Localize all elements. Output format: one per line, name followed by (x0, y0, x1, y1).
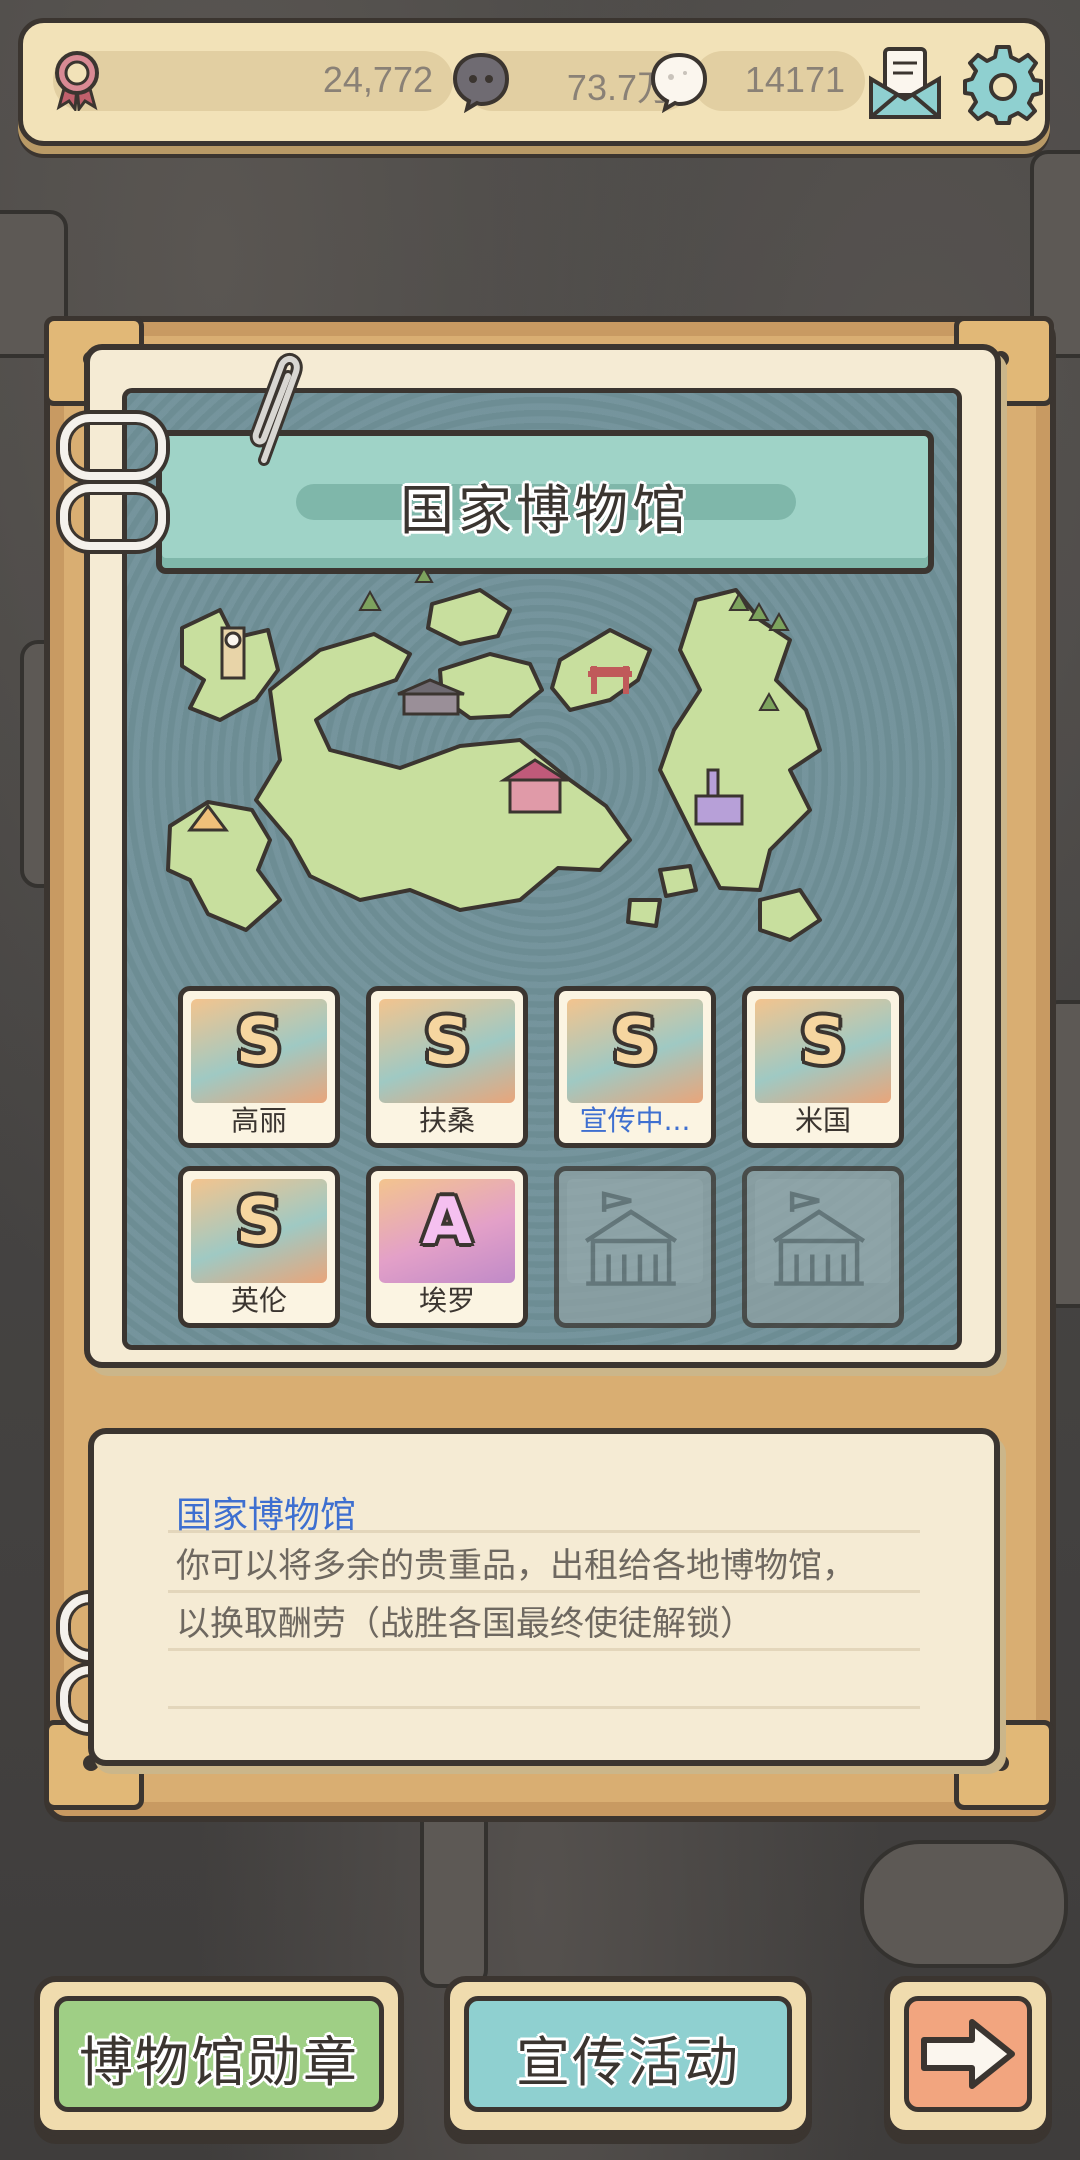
museum-tile-locked[interactable] (554, 1166, 716, 1328)
medal-counter: 24,772 (53, 51, 453, 111)
medal-icon (55, 51, 99, 111)
resource-bar: 24,772 73.7万 14171 (18, 18, 1050, 146)
museum-name: 高丽 (230, 1104, 287, 1137)
white-bubble-icon (650, 52, 708, 113)
page-title: 国家博物馆 (400, 479, 690, 542)
description-line-2: 以换取酬劳（战胜各国最终使徒解锁） (176, 1604, 754, 1644)
museum-medal-label: 博物馆勋章 (79, 2031, 359, 2094)
museum-name: 埃罗 (418, 1284, 475, 1317)
grade-badge: S (799, 1005, 847, 1079)
grade-badge: S (423, 1005, 471, 1079)
binder-ring (60, 484, 166, 550)
grade-badge: A (422, 1185, 472, 1259)
next-button[interactable] (884, 1976, 1052, 2136)
museum-medal-button[interactable]: 博物馆勋章 (34, 1976, 404, 2136)
arrow-right-icon (921, 2019, 1015, 2089)
grade-badge: S (611, 1005, 659, 1079)
paperclip-icon (249, 353, 303, 466)
mail-icon[interactable] (863, 41, 947, 125)
museum-tile[interactable]: S 宣传中... (554, 986, 716, 1148)
gem-counter: 14171 (693, 51, 865, 111)
grade-badge: S (235, 1005, 283, 1079)
museum-tile-locked[interactable] (742, 1166, 904, 1328)
museum-name: 扶桑 (418, 1104, 475, 1137)
gem-count: 14171 (744, 59, 845, 100)
museum-name: 米国 (794, 1104, 851, 1137)
museum-tile[interactable]: S 高丽 (178, 986, 340, 1148)
description-title: 国家博物馆 (176, 1495, 357, 1536)
museum-tile[interactable]: A 埃罗 (366, 1166, 528, 1328)
promotion-button[interactable]: 宣传活动 (444, 1976, 812, 2136)
building-outline-icon (772, 1191, 866, 1286)
description-panel: 国家博物馆 你可以将多余的贵重品，出租给各地博物馆， 以换取酬劳（战胜各国最终使… (88, 1428, 1000, 1766)
medal-count: 24,772 (322, 59, 433, 100)
museum-tile[interactable]: S 英伦 (178, 1166, 340, 1328)
grade-badge: S (235, 1185, 283, 1259)
museum-tile[interactable]: S 扶桑 (366, 986, 528, 1148)
gear-icon[interactable] (961, 41, 1045, 125)
world-map (166, 570, 822, 942)
museum-tile[interactable]: S 米国 (742, 986, 904, 1148)
promotion-label: 宣传活动 (516, 2031, 740, 2094)
description-line-1: 你可以将多余的贵重品，出租给各地博物馆， (176, 1546, 856, 1586)
museum-name: 英伦 (230, 1284, 287, 1317)
binder-ring (60, 414, 166, 480)
building-outline-icon (584, 1191, 678, 1286)
dark-bubble-icon (452, 52, 510, 113)
museum-name: 宣传中... (579, 1104, 691, 1137)
